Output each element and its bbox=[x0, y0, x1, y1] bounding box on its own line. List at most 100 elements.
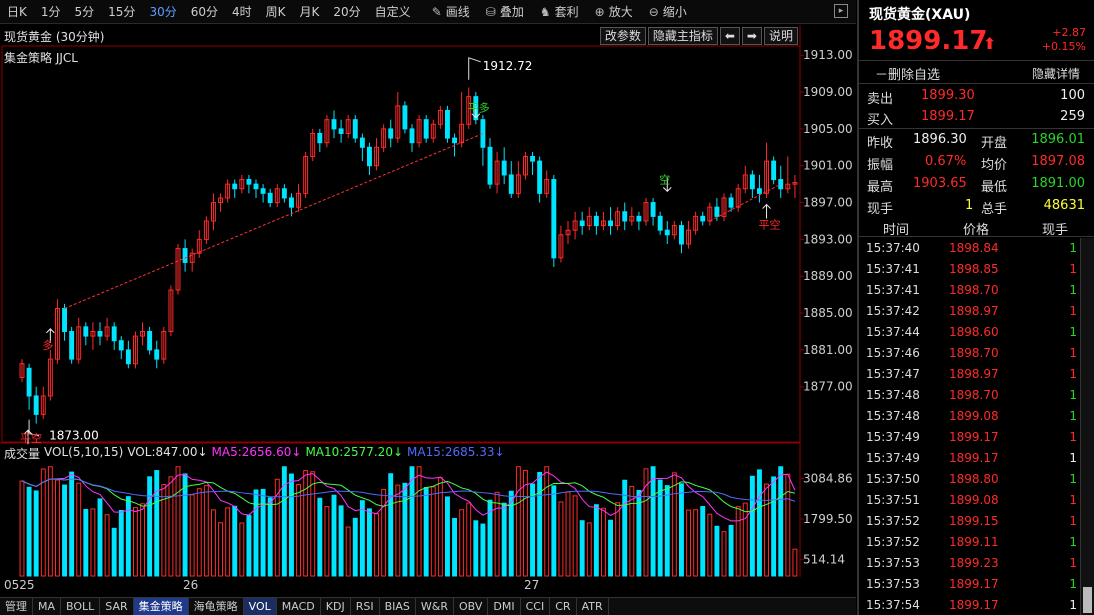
buy-qty: 259 bbox=[1060, 109, 1085, 124]
trades-scrollbar[interactable] bbox=[1080, 238, 1094, 615]
indicator-tab[interactable]: RSI bbox=[351, 598, 380, 615]
volume-bar bbox=[40, 468, 46, 577]
trade-qty: 1 bbox=[1069, 304, 1077, 318]
trade-time: 15:37:52 bbox=[866, 514, 920, 528]
chart-canvas[interactable]: 1913.00 1909.00 1905.00 1901.00 1897.00 1893.… bbox=[0, 0, 856, 597]
indicator-tab[interactable]: DMI bbox=[488, 598, 521, 615]
volume-bar bbox=[62, 484, 67, 577]
indicator-tabs: 管理 MA BOLL SAR 集金策略 海龟策略 VOL MACD KDJ RSI BIAS W&R O… bbox=[0, 597, 856, 615]
volume-bar bbox=[19, 480, 25, 577]
volume-bar bbox=[735, 506, 741, 577]
indicator-tab[interactable]: MACD bbox=[277, 598, 321, 615]
trade-row: 15:37:41 1898.85 1 bbox=[859, 259, 1081, 280]
date-tick: 27 bbox=[524, 578, 540, 592]
indicator-tab[interactable]: 海龟策略 bbox=[189, 598, 244, 615]
candle bbox=[636, 215, 642, 222]
indicator-tab[interactable]: 管理 bbox=[0, 598, 33, 615]
volume-bar bbox=[33, 490, 39, 577]
date-tick: 0525 bbox=[4, 578, 35, 592]
indicator-tab[interactable]: W&R bbox=[416, 598, 454, 615]
trade-row: 15:37:44 1898.60 1 bbox=[859, 322, 1081, 343]
volume-bar bbox=[445, 496, 450, 577]
sell-price: 1899.30 bbox=[921, 88, 975, 103]
candle bbox=[622, 211, 628, 222]
indicator-tab[interactable]: CCI bbox=[521, 598, 551, 615]
volume-header: 成交量 VOL(5,10,15) VOL:847.00↓ MA5:2656.60… bbox=[4, 445, 505, 462]
hide-details-button[interactable]: 隐藏详情 bbox=[1032, 65, 1080, 82]
trade-qty: 1 bbox=[1069, 514, 1077, 528]
trade-row: 15:37:41 1898.70 1 bbox=[859, 280, 1081, 301]
candle bbox=[246, 179, 252, 185]
low-price: 1891.00 bbox=[1031, 176, 1085, 191]
trade-time: 15:37:49 bbox=[866, 451, 920, 465]
indicator-tab[interactable]: SAR bbox=[100, 598, 134, 615]
volume-bar bbox=[367, 508, 372, 577]
trade-qty: 1 bbox=[1069, 262, 1077, 276]
trade-price: 1898.84 bbox=[949, 241, 999, 255]
trade-time: 15:37:46 bbox=[866, 346, 920, 360]
indicator-tab[interactable]: ATR bbox=[577, 598, 609, 615]
volume-bar bbox=[480, 523, 486, 577]
candle bbox=[26, 367, 32, 397]
trade-row: 15:37:49 1899.17 1 bbox=[859, 448, 1081, 469]
candle bbox=[593, 215, 599, 227]
volume-params: VOL(5,10,15) bbox=[44, 445, 124, 459]
candle bbox=[700, 215, 706, 222]
scroll-thumb[interactable] bbox=[1083, 587, 1092, 613]
volume-bar bbox=[452, 517, 457, 577]
volume-bar bbox=[707, 513, 713, 577]
volume-bar bbox=[742, 502, 748, 577]
volume-bar bbox=[253, 489, 259, 577]
candle bbox=[154, 349, 160, 360]
indicator-tab[interactable]: VOL bbox=[243, 598, 277, 615]
indicator-tab[interactable]: MA bbox=[33, 598, 62, 615]
trade-row: 15:37:40 1898.84 1 bbox=[859, 238, 1081, 259]
candle bbox=[650, 202, 656, 217]
volume-bar bbox=[466, 502, 472, 577]
volume-bar bbox=[558, 501, 564, 577]
volume-bar bbox=[104, 514, 110, 577]
y-tick-label: 1909.00 bbox=[803, 85, 853, 99]
volume-bar bbox=[310, 471, 316, 577]
high-marker bbox=[468, 57, 481, 80]
volume-bar bbox=[147, 476, 153, 577]
indicator-tab[interactable]: KDJ bbox=[321, 598, 351, 615]
total-hand: 48631 bbox=[1043, 198, 1085, 213]
trade-time: 15:37:40 bbox=[866, 241, 920, 255]
volume-bar bbox=[537, 471, 543, 577]
volume-bar bbox=[331, 494, 337, 577]
signal-label: 平空 bbox=[20, 431, 42, 445]
volume-bar bbox=[430, 486, 436, 577]
indicator-tab[interactable]: BIAS bbox=[380, 598, 416, 615]
candle bbox=[331, 119, 337, 130]
candle bbox=[749, 174, 755, 190]
prev-close: 1896.30 bbox=[913, 132, 967, 147]
volume-bar bbox=[182, 473, 188, 577]
last-price: 1899.17 bbox=[869, 26, 988, 56]
indicator-tab[interactable]: CR bbox=[550, 598, 577, 615]
candle bbox=[423, 119, 429, 139]
candle bbox=[409, 128, 415, 144]
current-hand: 1 bbox=[965, 198, 974, 213]
candle bbox=[232, 183, 238, 190]
volume-bar bbox=[664, 485, 670, 577]
volume-bar bbox=[657, 479, 663, 577]
candle bbox=[757, 188, 762, 194]
trade-row: 15:37:52 1899.11 1 bbox=[859, 532, 1081, 553]
volume-bar bbox=[260, 488, 266, 577]
trade-qty: 1 bbox=[1069, 388, 1077, 402]
remove-favorite-button[interactable]: －删除自选 bbox=[875, 64, 940, 83]
volume-bar bbox=[785, 473, 791, 577]
candle bbox=[118, 340, 124, 351]
volume-bar bbox=[650, 466, 656, 577]
indicator-tab[interactable]: OBV bbox=[454, 598, 489, 615]
candle bbox=[501, 160, 507, 176]
indicator-tab[interactable]: BOLL bbox=[61, 598, 101, 615]
high-low-row: 最高 1903.65 最低 1891.00 bbox=[867, 176, 1085, 195]
trade-qty: 1 bbox=[1069, 472, 1077, 486]
indicator-tab[interactable]: 集金策略 bbox=[133, 598, 189, 615]
candle bbox=[338, 128, 344, 134]
trade-price: 1898.70 bbox=[949, 283, 999, 297]
candle bbox=[267, 192, 273, 204]
volume-bar bbox=[296, 483, 301, 577]
